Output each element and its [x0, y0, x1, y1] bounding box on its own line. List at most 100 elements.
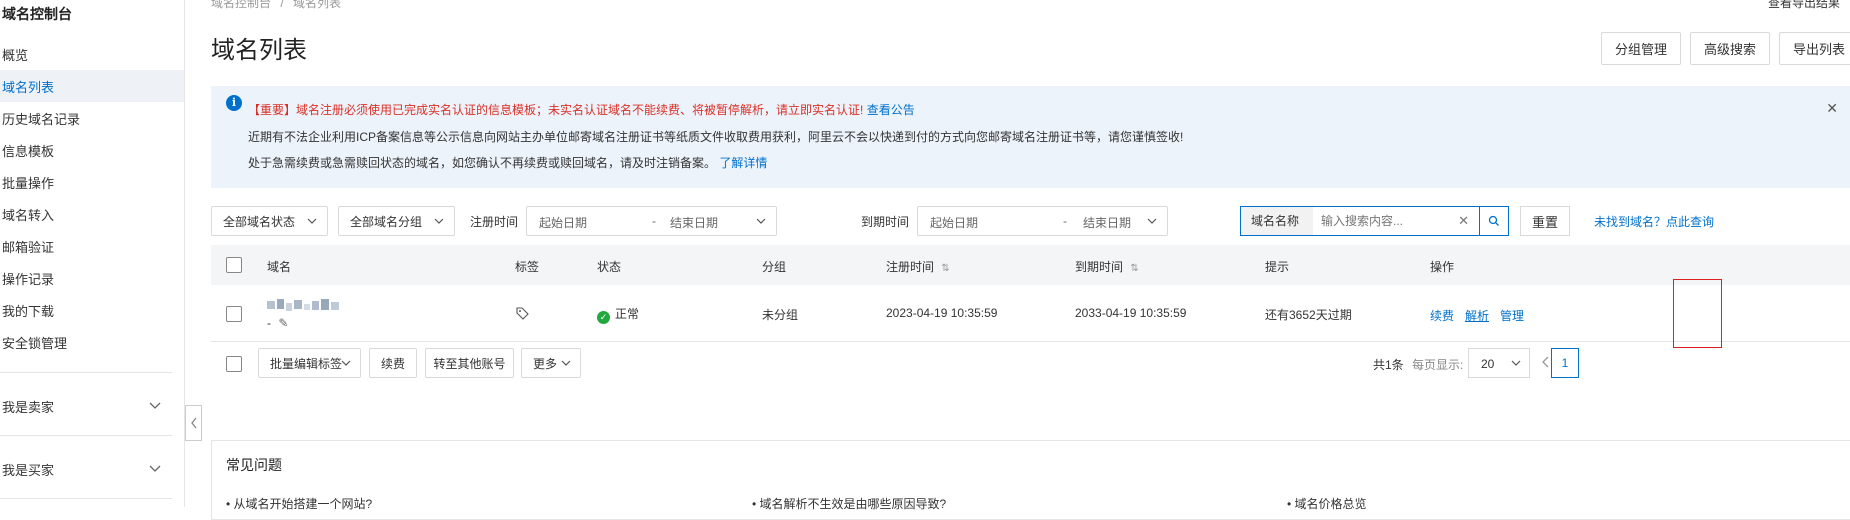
sort-icon[interactable]: ⇅ [1130, 263, 1138, 274]
breadcrumb-current: 域名列表 [293, 0, 342, 10]
status-text: 正常 [615, 307, 640, 321]
group-filter-select[interactable]: 全部域名分组 [338, 206, 455, 236]
domain-name-redacted[interactable] [267, 299, 341, 313]
col-tip: 提示 [1265, 260, 1290, 274]
sidebar-item-overview[interactable]: 概览 [2, 45, 28, 64]
domain-lookup-link[interactable]: 未找到域名？点此查询 [1594, 213, 1714, 230]
col-group: 分组 [762, 260, 787, 274]
sidebar-item-domain-list[interactable]: 域名列表 [2, 77, 54, 96]
exp-time-cell: 2033-04-19 10:35:59 [1075, 306, 1187, 320]
view-announcement-link[interactable]: 查看公告 [867, 103, 915, 117]
sort-icon[interactable]: ⇅ [941, 263, 949, 274]
search-input[interactable] [1321, 211, 1451, 231]
per-page-value: 20 [1481, 357, 1495, 371]
notice-important-text: 【重要】域名注册必须使用已完成实名认证的信息模板；未实名认证域名不能续费、将被暂… [248, 103, 864, 117]
chevron-down-icon [341, 360, 351, 366]
table-footer: 批量编辑标签 续费 转至其他账号 更多 共1条 每页显示: 20 1 [211, 348, 1850, 383]
col-reg-time-label: 注册时间 [886, 260, 935, 274]
col-exp-time-label: 到期时间 [1075, 260, 1124, 274]
page-title: 域名列表 [211, 37, 307, 64]
learn-more-link[interactable]: 了解详情 [719, 156, 767, 170]
table-row: - ✎ ✓ 正常 未分组 2023-04-19 10:35:59 2033-04-… [211, 285, 1850, 342]
sidebar-title: 域名控制台 [2, 6, 72, 22]
faq-panel: 常见问题 • 从域名开始搭建一个网站? • 域名解析不生效是由哪些原因导致? •… [211, 440, 1850, 520]
manage-link[interactable]: 管理 [1500, 307, 1524, 324]
view-export-results-link[interactable]: 查看导出结果 [1768, 0, 1840, 11]
clear-icon[interactable]: ✕ [1458, 213, 1469, 229]
exp-time-label: 到期时间 [861, 215, 910, 229]
breadcrumb-root[interactable]: 域名控制台 [211, 0, 271, 10]
breadcrumb: 域名控制台 / 域名列表 [211, 0, 341, 11]
batch-renew-button[interactable]: 续费 [369, 348, 417, 378]
reset-button[interactable]: 重置 [1520, 206, 1570, 236]
group-cell: 未分组 [762, 308, 799, 322]
sidebar-item-email-verify[interactable]: 邮箱验证 [2, 237, 54, 256]
total-count: 共1条 [1373, 358, 1404, 372]
search-icon [1488, 215, 1499, 226]
chevron-down-icon [561, 360, 571, 366]
sidebar-group-seller[interactable]: 我是卖家 [2, 397, 54, 416]
exp-date-range-picker[interactable]: 起始日期 - 结束日期 [917, 206, 1168, 236]
select-all-checkbox[interactable] [226, 257, 242, 273]
renew-link[interactable]: 续费 [1430, 307, 1454, 324]
sidebar: 域名控制台 概览 域名列表 历史域名记录 信息模板 批量操作 域名转入 邮箱验证… [0, 0, 185, 507]
chevron-down-icon[interactable] [148, 461, 162, 475]
sidebar-item-transfer-in[interactable]: 域名转入 [2, 205, 54, 224]
sidebar-divider [0, 498, 172, 499]
reg-start-date[interactable]: 起始日期 [539, 214, 587, 231]
resolve-link[interactable]: 解析 [1465, 307, 1489, 324]
export-list-button[interactable]: 导出列表 [1779, 32, 1850, 65]
notice-line-1: 【重要】域名注册必须使用已完成实名认证的信息模板；未实名认证域名不能续费、将被暂… [248, 101, 915, 118]
tag-icon[interactable] [516, 307, 529, 320]
col-reg-time[interactable]: 注册时间 ⇅ [886, 258, 950, 275]
sidebar-item-op-log[interactable]: 操作记录 [2, 269, 54, 288]
faq-item[interactable]: • 从域名开始搭建一个网站? [226, 495, 372, 512]
sidebar-item-batch-ops[interactable]: 批量操作 [2, 173, 54, 192]
close-icon[interactable]: ✕ [1826, 100, 1838, 117]
exp-end-date[interactable]: 结束日期 [1083, 214, 1131, 231]
sidebar-group-buyer[interactable]: 我是买家 [2, 460, 54, 479]
faq-item[interactable]: • 域名解析不生效是由哪些原因导致? [752, 495, 946, 512]
per-page-select[interactable]: 20 [1468, 348, 1530, 378]
chevron-down-icon[interactable] [148, 398, 162, 412]
batch-tag-select[interactable]: 批量编辑标签 [258, 348, 361, 378]
col-exp-time[interactable]: 到期时间 ⇅ [1075, 258, 1139, 275]
col-domain: 域名 [267, 260, 292, 274]
col-ops: 操作 [1430, 260, 1455, 274]
chevron-down-icon [1147, 218, 1157, 224]
reg-time-label: 注册时间 [470, 215, 519, 229]
advanced-search-button[interactable]: 高级搜索 [1690, 32, 1770, 65]
reg-date-range-picker[interactable]: 起始日期 - 结束日期 [526, 206, 777, 236]
breadcrumb-separator: / [280, 0, 284, 10]
more-label: 更多 [533, 356, 558, 371]
edit-icon[interactable]: ✎ [278, 316, 288, 330]
info-icon: i [226, 95, 242, 111]
sidebar-divider [0, 372, 172, 373]
search-button[interactable] [1479, 206, 1509, 236]
sidebar-item-downloads[interactable]: 我的下载 [2, 301, 54, 320]
per-page-label: 每页显示: [1412, 358, 1464, 372]
select-all-checkbox-bottom[interactable] [226, 356, 242, 372]
notice-line-3-text: 处于急需续费或急需赎回状态的域名，如您确认不再续费或赎回域名，请及时注销备案。 [248, 156, 717, 170]
more-select[interactable]: 更多 [521, 348, 581, 378]
sidebar-item-security-lock[interactable]: 安全锁管理 [2, 333, 67, 352]
page-number-current[interactable]: 1 [1551, 348, 1579, 378]
status-filter-select[interactable]: 全部域名状态 [211, 206, 328, 236]
chevron-down-icon [1511, 360, 1521, 366]
batch-tag-label: 批量编辑标签 [270, 356, 343, 371]
status-cell: ✓ 正常 [597, 305, 639, 324]
search-field-select[interactable]: 域名名称 [1241, 207, 1313, 235]
reg-end-date[interactable]: 结束日期 [670, 214, 718, 231]
transfer-account-button[interactable]: 转至其他账号 [425, 348, 514, 378]
exp-start-date[interactable]: 起始日期 [930, 214, 978, 231]
row-checkbox[interactable] [226, 306, 242, 322]
col-tag: 标签 [515, 260, 540, 274]
sidebar-item-info-template[interactable]: 信息模板 [2, 141, 54, 160]
faq-item[interactable]: • 域名价格总览 [1287, 495, 1367, 512]
sidebar-item-history[interactable]: 历史域名记录 [2, 109, 80, 128]
date-separator: - [652, 214, 656, 228]
date-separator: - [1063, 214, 1067, 228]
chevron-down-icon [307, 218, 317, 224]
group-manage-button[interactable]: 分组管理 [1601, 32, 1681, 65]
domain-sub-row: - ✎ [267, 316, 288, 330]
